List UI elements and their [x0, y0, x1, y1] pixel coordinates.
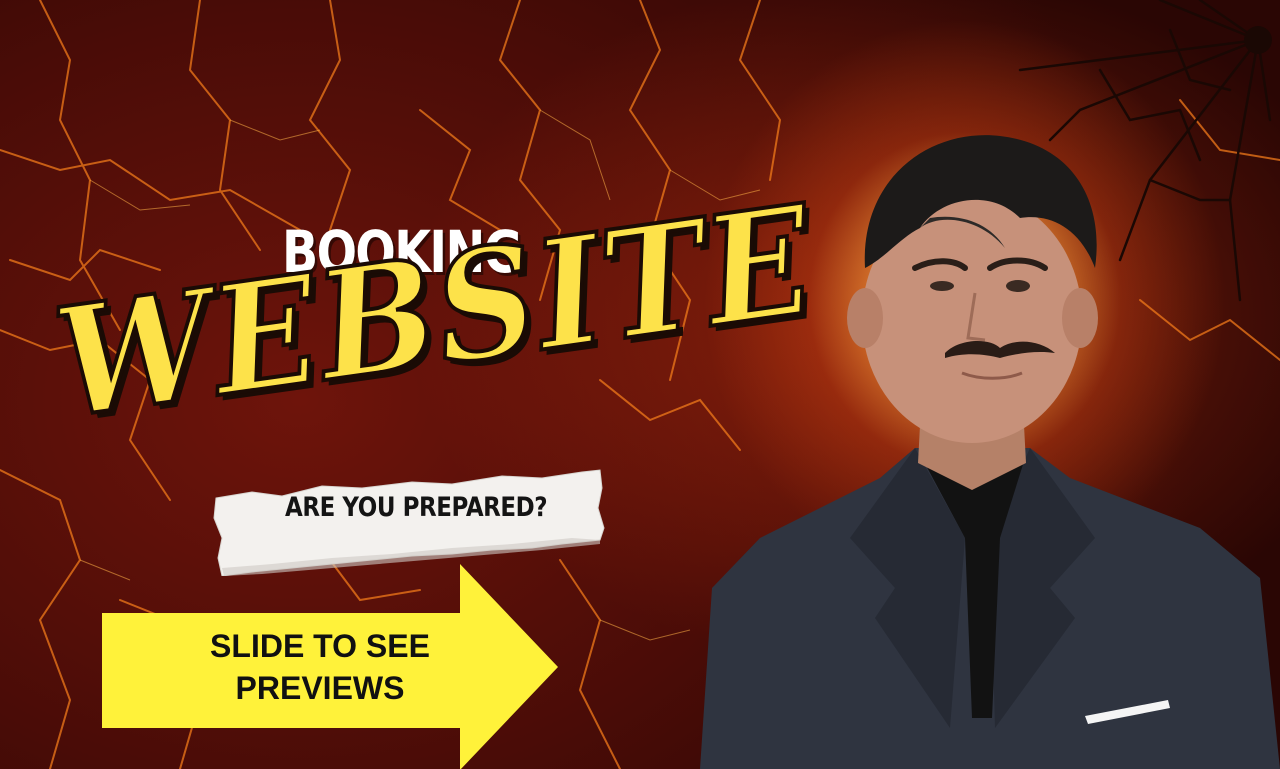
cta-line-1: SLIDE TO SEE: [210, 628, 430, 664]
thumbnail-canvas: BOOKING WEBSITE ARE YOU PREPARED? SLIDE …: [0, 0, 1280, 769]
slide-to-see-previews-button[interactable]: SLIDE TO SEE PREVIEWS: [170, 625, 470, 709]
cta-line-2: PREVIEWS: [235, 670, 405, 706]
portrait-avatar: [700, 135, 1280, 769]
tagline-text: ARE YOU PREPARED?: [285, 492, 548, 523]
